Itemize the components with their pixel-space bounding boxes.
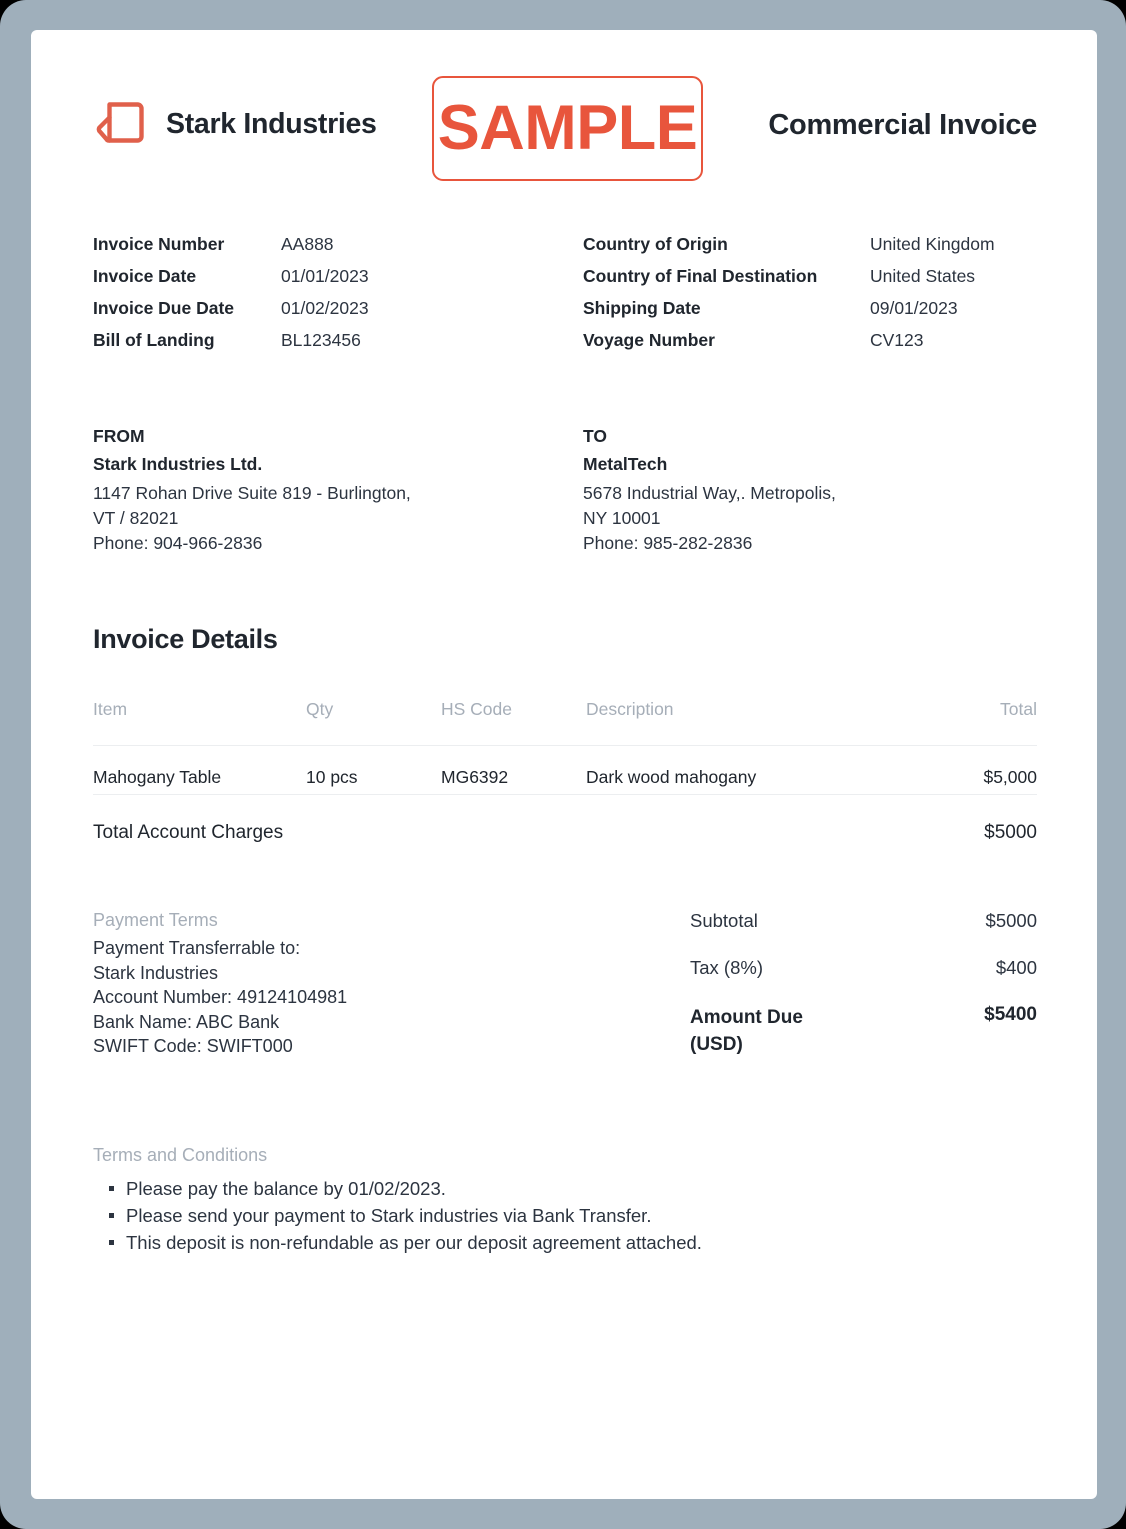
from-kicker: FROM (93, 426, 145, 446)
invoice-header: Stark Industries SAMPLE Commercial Invoi… (93, 66, 1037, 196)
meta-value: United States (870, 266, 976, 286)
page-frame: Stark Industries SAMPLE Commercial Invoi… (0, 0, 1126, 1529)
brand-name: Stark Industries (166, 107, 377, 140)
meta-row: Voyage Number CV123 (583, 330, 1037, 362)
invoice-content: Stark Industries SAMPLE Commercial Invoi… (93, 30, 1037, 1256)
cell-item: Mahogany Table (93, 767, 222, 787)
subtotal-row: Subtotal $5000 (676, 910, 1037, 957)
meta-column-right: Country of Origin United Kingdom Country… (583, 234, 1037, 362)
payment-terms-label: Payment Terms (93, 910, 218, 930)
meta-value: BL123456 (281, 330, 361, 350)
meta-row: Invoice Number AA888 (93, 234, 583, 266)
meta-row: Invoice Due Date 01/02/2023 (93, 298, 583, 330)
meta-column-left: Invoice Number AA888 Invoice Date 01/01/… (93, 234, 583, 362)
meta-label: Invoice Due Date (93, 298, 235, 318)
subtotal-label: Subtotal (690, 910, 758, 931)
amount-due-label: Amount Due (USD) (690, 1007, 803, 1055)
sample-badge-label: SAMPLE (437, 93, 698, 163)
to-kicker: TO (583, 426, 607, 446)
table-row: Mahogany Table 10 pcs MG6392 Dark wood m… (93, 746, 1037, 794)
invoice-meta: Invoice Number AA888 Invoice Date 01/01/… (93, 234, 1037, 362)
tax-label: Tax (8%) (690, 957, 763, 978)
cell-qty: 10 pcs (306, 767, 358, 787)
from-address: 1147 Rohan Drive Suite 819 - Burlington,… (93, 483, 411, 553)
payment-and-totals: Payment Terms Payment Transferrable to: … (93, 910, 1037, 1059)
from-company-name: Stark Industries Ltd. (93, 454, 263, 474)
meta-label: Country of Final Destination (583, 266, 818, 286)
meta-value: United Kingdom (870, 234, 995, 254)
terms-label: Terms and Conditions (93, 1144, 268, 1165)
meta-label: Invoice Number (93, 234, 225, 254)
tax-row: Tax (8%) $400 (676, 957, 1037, 1004)
invoice-details-heading: Invoice Details (93, 624, 278, 654)
column-header-total: Total (1000, 699, 1037, 719)
subtotal-value: $5000 (985, 910, 1037, 931)
meta-label: Voyage Number (583, 330, 715, 350)
page-title: Commercial Invoice (768, 109, 1037, 141)
payment-terms-block: Payment Terms Payment Transferrable to: … (93, 910, 676, 1059)
amount-due-value: $5400 (984, 1004, 1037, 1025)
party-to: TO MetalTech 5678 Industrial Way,. Metro… (583, 422, 1037, 556)
payment-terms-body: Payment Transferrable to: Stark Industri… (93, 938, 348, 1056)
brand-block: Stark Industries (93, 96, 377, 152)
meta-value: 01/01/2023 (281, 266, 369, 286)
invoice-items-table: Item Qty HS Code Description Total Mahog… (93, 699, 1037, 795)
totals-block: Subtotal $5000 Tax (8%) $400 Amount Due … (676, 910, 1037, 1059)
to-address: 5678 Industrial Way,. Metropolis, NY 100… (583, 483, 836, 553)
cell-hs-code: MG6392 (441, 767, 509, 787)
tax-value: $400 (995, 957, 1037, 978)
meta-row: Invoice Date 01/01/2023 (93, 266, 583, 298)
to-company-name: MetalTech (583, 454, 668, 474)
terms-list: Please pay the balance by 01/02/2023. Pl… (93, 1175, 1037, 1256)
meta-row: Country of Final Destination United Stat… (583, 266, 1037, 298)
cell-total: $5,000 (983, 767, 1037, 787)
meta-value: 01/02/2023 (281, 298, 369, 318)
meta-value: 09/01/2023 (870, 298, 958, 318)
amount-due-row: Amount Due (USD) $5400 (676, 1004, 1037, 1055)
column-header-hs-code: HS Code (441, 699, 513, 719)
terms-and-conditions: Terms and Conditions Please pay the bala… (93, 1145, 1037, 1256)
invoice-page: Stark Industries SAMPLE Commercial Invoi… (31, 30, 1097, 1499)
total-account-charges-label: Total Account Charges (93, 822, 284, 843)
meta-row: Bill of Landing BL123456 (93, 330, 583, 362)
page-fold-logo-icon (93, 96, 149, 152)
meta-row: Shipping Date 09/01/2023 (583, 298, 1037, 330)
meta-label: Bill of Landing (93, 330, 215, 350)
column-header-item: Item (93, 699, 128, 719)
meta-label: Shipping Date (583, 298, 701, 318)
meta-label: Country of Origin (583, 234, 728, 254)
column-header-qty: Qty (306, 699, 334, 719)
cell-description: Dark wood mahogany (586, 767, 757, 787)
meta-label: Invoice Date (93, 266, 197, 286)
table-divider (93, 794, 1037, 795)
terms-item: This deposit is non-refundable as per ou… (93, 1229, 1037, 1256)
table-header-row: Item Qty HS Code Description Total (93, 699, 1037, 745)
total-account-charges-row: Total Account Charges $5000 (93, 822, 1037, 858)
meta-value: CV123 (870, 330, 924, 350)
column-header-description: Description (586, 699, 674, 719)
meta-row: Country of Origin United Kingdom (583, 234, 1037, 266)
terms-item: Please pay the balance by 01/02/2023. (93, 1175, 1037, 1202)
terms-item: Please send your payment to Stark indust… (93, 1202, 1037, 1229)
party-from: FROM Stark Industries Ltd. 1147 Rohan Dr… (93, 422, 583, 556)
meta-value: AA888 (281, 234, 334, 254)
total-account-charges-value: $5000 (984, 822, 1037, 843)
parties-block: FROM Stark Industries Ltd. 1147 Rohan Dr… (93, 422, 1037, 556)
sample-badge: SAMPLE (432, 76, 703, 181)
